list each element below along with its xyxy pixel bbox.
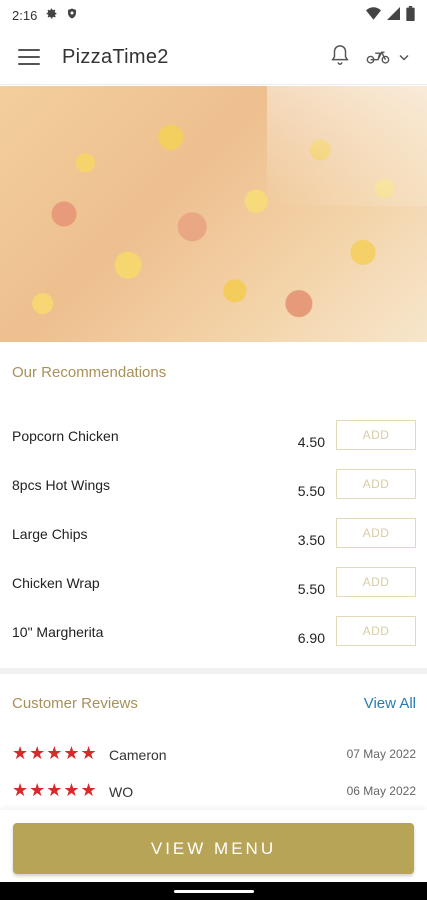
recommendation-item: Popcorn Chicken 4.50 ADD: [0, 420, 427, 460]
cell-signal-icon: [387, 7, 400, 23]
item-name: 8pcs Hot Wings: [12, 477, 111, 493]
customer-reviews-section: Customer Reviews View All ★★★★★ Cameron …: [0, 674, 427, 810]
item-price: 5.50: [297, 483, 325, 499]
item-price: 6.90: [297, 630, 325, 646]
chevron-down-icon: [399, 48, 409, 66]
recommendation-item: Large Chips 3.50 ADD: [0, 518, 427, 558]
hero-pizza-image: [0, 86, 427, 342]
review-date: 06 May 2022: [346, 784, 416, 798]
hamburger-menu-icon[interactable]: [18, 49, 40, 65]
review-date: 07 May 2022: [346, 747, 416, 761]
view-all-reviews-link[interactable]: View All: [364, 695, 416, 712]
star-rating: ★★★★★: [12, 780, 98, 800]
system-navigation-bar: [0, 882, 427, 900]
add-button[interactable]: ADD: [336, 420, 416, 450]
item-price: 5.50: [297, 581, 325, 597]
reviews-title: Customer Reviews: [12, 695, 138, 712]
app-bar: PizzaTime2: [0, 30, 427, 85]
home-gesture-handle[interactable]: [174, 890, 254, 893]
status-time: 2:16: [12, 7, 38, 23]
item-price: 3.50: [297, 532, 325, 548]
bottom-cta-area: VIEW MENU: [0, 810, 427, 882]
view-menu-button[interactable]: VIEW MENU: [13, 823, 414, 874]
app-title: PizzaTime2: [62, 45, 169, 68]
recommendation-item: 10" Margherita 6.90 ADD: [0, 616, 427, 656]
reviewer-name: WO: [109, 784, 134, 800]
recommendation-item: 8pcs Hot Wings 5.50 ADD: [0, 469, 427, 509]
item-name: Popcorn Chicken: [12, 428, 119, 444]
item-name: 10" Margherita: [12, 624, 104, 640]
reviewer-name: Cameron: [109, 747, 167, 763]
item-name: Chicken Wrap: [12, 575, 100, 591]
battery-icon: [406, 6, 415, 24]
add-button[interactable]: ADD: [336, 469, 416, 499]
review-item: ★★★★★ WO 06 May 2022: [0, 781, 427, 803]
delivery-mode-selector[interactable]: [365, 45, 409, 70]
shield-icon: [66, 7, 78, 23]
star-rating: ★★★★★: [12, 743, 98, 763]
add-button[interactable]: ADD: [336, 616, 416, 646]
review-item: ★★★★★ Cameron 07 May 2022: [0, 744, 427, 766]
recommendations-title: Our Recommendations: [12, 364, 167, 381]
item-name: Large Chips: [12, 526, 88, 542]
add-button[interactable]: ADD: [336, 567, 416, 597]
status-bar: 2:16: [0, 0, 427, 30]
scooter-icon: [365, 45, 391, 70]
wifi-icon: [366, 7, 381, 23]
item-price: 4.50: [297, 434, 325, 450]
recommendation-item: Chicken Wrap 5.50 ADD: [0, 567, 427, 607]
add-button[interactable]: ADD: [336, 518, 416, 548]
bell-icon[interactable]: [329, 43, 351, 72]
settings-gear-icon: [45, 7, 58, 23]
recommendations-section: Our Recommendations Popcorn Chicken 4.50…: [0, 342, 427, 668]
